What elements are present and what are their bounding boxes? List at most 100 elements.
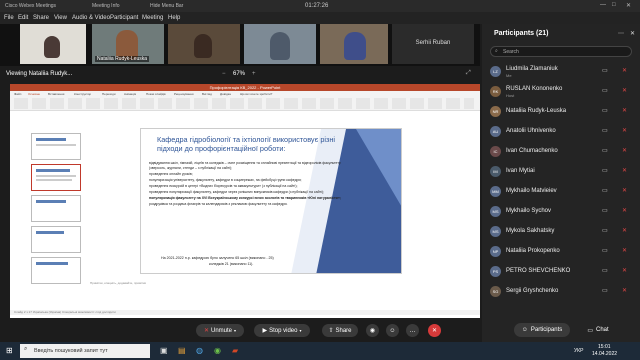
participant-name: Mykola Sakhatsky xyxy=(506,228,555,234)
mic-muted-icon: ✕ xyxy=(622,148,628,154)
share-button[interactable]: ⇧ Share xyxy=(322,324,358,337)
participant-row[interactable]: AU Anatolii Uhnivenko ▭ ✕ xyxy=(482,124,640,139)
chat-icon: ▭ xyxy=(587,327,593,334)
participant-silhouette xyxy=(44,36,60,58)
menu-audio-video[interactable]: Audio & Video xyxy=(72,15,110,21)
record-button[interactable]: ◉ xyxy=(366,324,379,337)
slide-thumbnail[interactable] xyxy=(31,257,81,284)
windows-start-icon[interactable]: ⊞ xyxy=(6,346,13,355)
menu-file[interactable]: File xyxy=(4,15,14,21)
task-view-icon[interactable]: ▣ xyxy=(160,346,168,355)
zoom-in-icon[interactable]: + xyxy=(252,71,256,77)
ppt-tab[interactable]: Файл xyxy=(14,92,21,96)
menu-share[interactable]: Share xyxy=(33,15,49,21)
more-options-button[interactable]: … xyxy=(406,324,419,337)
meeting-info-button[interactable]: Meeting Info xyxy=(92,3,120,9)
slide-thumbnail[interactable] xyxy=(31,226,81,253)
ppt-tab[interactable]: Основне xyxy=(28,92,40,96)
participant-row[interactable]: MS Mykhailo Sychov ▭ ✕ xyxy=(482,204,640,219)
search-input[interactable]: ⌕ Search xyxy=(490,46,632,57)
share-icon: ⇧ xyxy=(328,328,334,334)
slide-thumbnail[interactable] xyxy=(31,133,81,160)
video-tile[interactable] xyxy=(168,24,240,64)
participant-silhouette xyxy=(270,32,290,60)
thumb-line xyxy=(36,262,68,265)
chevron-down-icon: ▾ xyxy=(234,328,237,333)
ppt-tab[interactable]: Довідка xyxy=(220,92,231,96)
taskbar-search-box[interactable]: ⌕ Введіть пошуковий запит тут xyxy=(20,344,150,358)
video-tile[interactable] xyxy=(244,24,316,64)
browser-icon[interactable]: ◍ xyxy=(196,346,203,355)
ppt-tab[interactable]: Конструктор xyxy=(74,92,91,96)
menu-edit[interactable]: Edit xyxy=(18,15,28,21)
ppt-tab[interactable]: Вигляд xyxy=(202,92,212,96)
slide-bullet: роздруківка та роздача флаєрів та календ… xyxy=(149,202,288,207)
participant-row[interactable]: SG Sergii Gryshchenko ▭ ✕ xyxy=(482,284,640,299)
ppt-tab[interactable]: Що ви хочете зробити? xyxy=(240,92,272,96)
video-camera-icon: ▭ xyxy=(602,128,608,134)
participant-row[interactable]: MS Mykola Sakhatsky ▭ ✕ xyxy=(482,224,640,239)
reactions-button[interactable]: ☺ xyxy=(386,324,399,337)
participant-name: Nataliia Prokopenko xyxy=(506,248,560,254)
ppt-tab[interactable]: Рецензування xyxy=(174,92,194,96)
stop-video-button[interactable]: ▶ Stop video ▾ xyxy=(254,324,310,337)
minimize-icon[interactable]: — xyxy=(600,2,606,8)
chat-tab-button[interactable]: ▭ Chat xyxy=(580,323,616,337)
participant-row[interactable]: NR Nataliia Rudyk-Leuska ▭ ✕ xyxy=(482,104,640,119)
clock-date[interactable]: 14.04.2022 xyxy=(592,351,617,357)
stop-video-label: Stop video xyxy=(269,327,298,334)
ppt-ribbon-toolbar[interactable] xyxy=(14,98,474,109)
participant-avatar: MS xyxy=(490,226,501,237)
menu-help[interactable]: Help xyxy=(168,15,180,21)
maximize-icon[interactable]: □ xyxy=(612,2,616,8)
ppt-tab[interactable]: Переходи xyxy=(102,92,116,96)
zoom-out-icon[interactable]: − xyxy=(222,71,226,77)
participant-row[interactable]: IC Ivan Chumachenko ▭ ✕ xyxy=(482,144,640,159)
powerpoint-icon[interactable]: ▰ xyxy=(232,346,238,355)
slide-thumbnail-selected[interactable] xyxy=(31,164,81,191)
meeting-timer: 01:27:26 xyxy=(305,3,329,9)
slide-title: Кафедра гідробіології та іхтіології вико… xyxy=(157,135,336,153)
participant-row[interactable]: LZ Liudmila Zlamaniuk Me ▭ ✕ xyxy=(482,64,640,79)
video-tile[interactable] xyxy=(320,24,388,64)
participant-row[interactable]: PS PETRO SHEVCHENKO ▭ ✕ xyxy=(482,264,640,279)
participant-row[interactable]: RK RUSLAN Kononenko Host ▭ ✕ xyxy=(482,84,640,99)
participant-silhouette xyxy=(194,34,212,58)
webex-icon[interactable]: ◉ xyxy=(214,346,221,355)
leave-meeting-button[interactable]: ✕ xyxy=(428,324,441,337)
expand-icon[interactable]: ⤢ xyxy=(466,70,471,77)
panel-close-icon[interactable]: ✕ xyxy=(630,30,635,37)
participant-avatar: LZ xyxy=(490,66,501,77)
participant-name: Mykhailo Matvieiev xyxy=(506,188,557,194)
close-window-icon[interactable]: ✕ xyxy=(626,2,631,9)
menu-bar: File Edit Share View Audio & Video Parti… xyxy=(0,12,640,24)
current-slide: Кафедра гідробіології та іхтіології вико… xyxy=(140,128,402,274)
clock-time[interactable]: 15:01 xyxy=(598,344,611,350)
ppt-tab[interactable]: Анімація xyxy=(124,92,136,96)
unmute-button[interactable]: ✕ Unmute ▾ xyxy=(196,324,244,337)
menu-meeting[interactable]: Meeting xyxy=(142,15,163,21)
panel-more-icon[interactable]: ⋯ xyxy=(618,30,624,37)
mic-muted-icon: ✕ xyxy=(622,128,628,134)
participant-name: RUSLAN Kononenko xyxy=(506,86,563,92)
participant-row[interactable]: IM Ivan Mytiai ▭ ✕ xyxy=(482,164,640,179)
menu-participant[interactable]: Participant xyxy=(110,15,138,21)
keyboard-language[interactable]: УКР xyxy=(574,348,583,354)
participants-tab-button[interactable]: ☺ Participants xyxy=(514,323,570,337)
thumb-line xyxy=(36,138,66,141)
participant-role: Host xyxy=(506,93,515,98)
video-tile[interactable]: Serhii Ruban xyxy=(392,24,474,64)
menu-view[interactable]: View xyxy=(54,15,67,21)
participant-row[interactable]: NP Nataliia Prokopenko ▭ ✕ xyxy=(482,244,640,259)
thumb-line xyxy=(36,169,70,172)
video-tile[interactable]: Nataliia Rudyk-Leuska xyxy=(92,24,164,64)
file-explorer-icon[interactable]: ▤ xyxy=(178,346,186,355)
participant-row[interactable]: MM Mykhailo Matvieiev ▭ ✕ xyxy=(482,184,640,199)
ppt-tab[interactable]: Вставлення xyxy=(48,92,64,96)
slide-thumbnail[interactable] xyxy=(31,195,81,222)
app-title: Cisco Webex Meetings xyxy=(5,3,57,9)
video-tile[interactable] xyxy=(20,24,86,64)
ppt-tab[interactable]: Показ слайдів xyxy=(146,92,166,96)
hide-menu-bar-button[interactable]: Hide Menu Bar xyxy=(150,3,183,9)
ppt-notes-pane[interactable]: Примітки, клацніть, додавайте, примітки xyxy=(90,281,146,285)
